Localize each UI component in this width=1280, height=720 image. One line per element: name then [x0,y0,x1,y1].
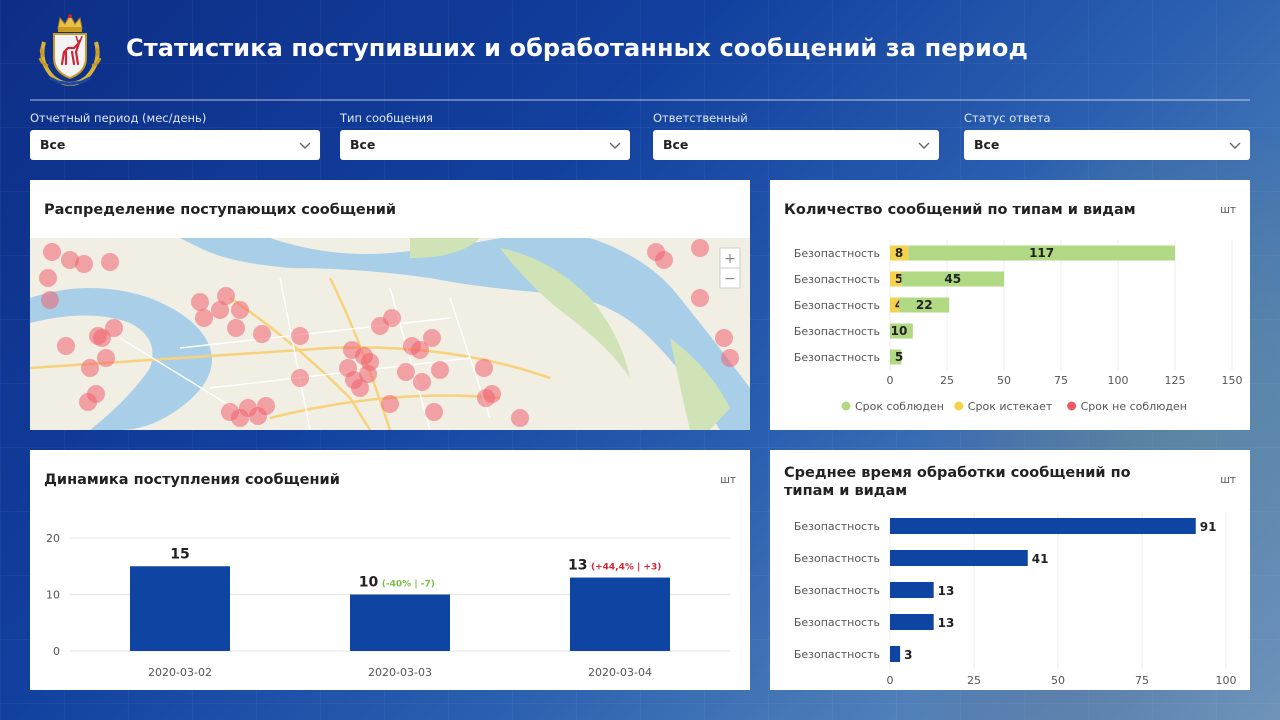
category-label: Безопастность [794,247,880,260]
data-label: 117 [1029,246,1054,260]
change-annotation: (-40% | -7) [382,580,435,590]
x-tick-label: 25 [940,374,954,387]
category-label: Безопастность [794,520,880,533]
filter-responsible: Ответственный Все [653,110,939,162]
bar [350,594,450,651]
legend-label: Срок истекает [968,400,1053,413]
data-label: 91 [1200,520,1217,534]
select-value: Все [40,137,66,152]
x-tick-label: 0 [887,674,894,687]
period-select[interactable]: Все [30,130,320,160]
chevron-down-icon [609,142,621,149]
legend-marker [954,401,964,411]
x-tick-label: 0 [887,374,894,387]
x-tick-label: 25 [967,674,981,687]
filter-message-type: Тип сообщения Все [340,110,630,162]
chevron-down-icon [918,142,930,149]
y-tick-label: 20 [46,532,60,545]
change-annotation: (+44,4% | +3) [591,563,661,573]
map-zoom-control[interactable]: + − [719,247,741,289]
data-label: 13 [568,558,587,574]
legend-marker [841,401,851,411]
category-label: Безопастность [794,552,880,565]
data-label: 8 [895,246,903,260]
x-tick-label: 100 [1216,674,1237,687]
category-label: Безопастность [794,616,880,629]
data-label: 15 [170,546,189,562]
select-value: Все [974,137,1000,152]
data-label: 5 [895,350,903,364]
x-tick-label: 75 [1135,674,1149,687]
zoom-out-button[interactable]: − [724,271,736,287]
category-label: Безопастность [794,351,880,364]
bar [890,646,901,662]
bar [890,518,1196,534]
category-label: Безопастность [794,273,880,286]
filter-label: Отчетный период (мес/день) [30,111,207,125]
dynamics-bar-chart: 010202020-03-02152020-03-0310 (-40% | -7)… [46,532,730,679]
category-label: Безопастность [794,584,880,597]
map-canvas: + − [30,238,750,430]
bar [890,582,934,598]
card-title: Распределение поступающих сообщений [44,202,397,218]
types-chart-card: Количество сообщений по типам и видам шт… [770,180,1250,430]
map-card: Распределение поступающих сообщений + − [30,180,750,430]
header-divider [30,99,1250,101]
x-tick-label: 75 [1054,374,1068,387]
x-tick-label: 2020-03-04 [588,666,652,679]
message-type-select[interactable]: Все [340,130,630,160]
x-tick-label: 150 [1222,374,1243,387]
data-label: 10 [891,324,908,338]
zoom-in-button[interactable]: + [724,251,736,267]
data-label: 41 [1032,552,1049,566]
legend-label: Срок соблюден [855,400,944,413]
chevron-down-icon [299,142,311,149]
filter-period: Отчетный период (мес/день) Все [30,110,320,162]
dynamics-chart-card: Динамика поступления сообщений шт 0 10 20 2… [30,450,750,690]
answer-status-select[interactable]: Все [964,130,1250,160]
data-label: 13 [938,584,955,598]
filter-label: Ответственный [653,111,748,125]
filter-answer-status: Статус ответа Все [964,110,1250,162]
y-tick-label: 10 [46,589,60,602]
x-tick-label: 50 [1051,674,1065,687]
page-title: Статистика поступивших и обработанных со… [126,34,1028,62]
chevron-down-icon [1229,142,1241,149]
data-label: 3 [904,648,912,662]
x-tick-label: 50 [997,374,1011,387]
data-label: 13 [938,616,955,630]
legend-marker [1067,401,1077,411]
y-tick-label: 0 [53,645,60,658]
legend-label: Срок не соблюден [1081,400,1187,413]
category-label: Безопастность [794,648,880,661]
x-tick-label: 2020-03-02 [148,666,212,679]
data-label: 22 [916,298,933,312]
data-label: 10 [359,575,379,591]
nizhny-novgorod-coat-of-arms-icon [38,13,102,86]
bar [570,577,670,651]
x-tick-label: 125 [1165,374,1186,387]
x-tick-label: 2020-03-03 [368,666,432,679]
header: Статистика поступивших и обработанных со… [0,0,1280,100]
category-label: Безопастность [794,299,880,312]
bar [130,566,230,651]
select-value: Все [663,137,689,152]
data-label: 45 [944,272,961,286]
bar [890,614,934,630]
category-label: Безопастность [794,325,880,338]
bar [890,550,1028,566]
avg-time-chart-card: Среднее время обработки сообщений по тип… [770,450,1250,690]
filter-label: Статус ответа [964,111,1051,125]
message-map[interactable]: + − [30,238,750,430]
filter-label: Тип сообщения [340,111,433,125]
avg-time-bar-chart: 0 25 50 75 100 Безопастность 91 Безопастность 41… [794,512,1237,687]
responsible-select[interactable]: Все [653,130,939,160]
types-stacked-bar-chart: 0 25 50 75 100 125 150 Безопастность 8 117 Безопас… [794,240,1243,413]
x-tick-label: 100 [1108,374,1129,387]
select-value: Все [350,137,376,152]
